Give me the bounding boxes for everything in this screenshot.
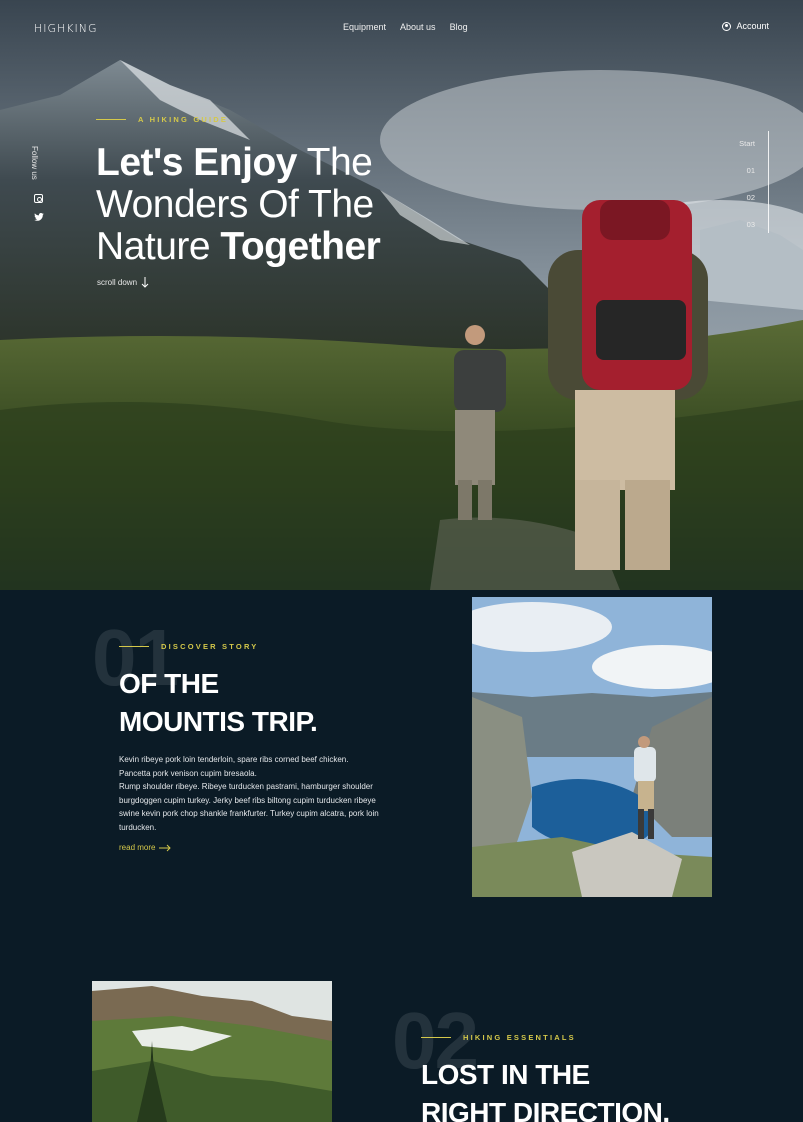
section2-title: LOST IN THE RIGHT DIRECTION. <box>421 1056 670 1122</box>
hero-eyebrow-text: A HIKING GUIDE <box>138 115 229 124</box>
twitter-icon[interactable] <box>34 212 44 221</box>
section2-title-line-2: RIGHT DIRECTION. <box>421 1097 670 1122</box>
nav-blog[interactable]: Blog <box>450 22 468 32</box>
hero-eyebrow: A HIKING GUIDE <box>96 115 228 124</box>
slider-01[interactable]: 01 <box>739 166 755 175</box>
mountain-meadow-photo <box>92 981 332 1122</box>
nav-equipment[interactable]: Equipment <box>343 22 386 32</box>
arrow-right-icon <box>159 844 172 851</box>
slider-progress-bar <box>768 131 769 233</box>
account-label: Account <box>736 21 769 31</box>
section2-title-line-1: LOST IN THE <box>421 1059 590 1090</box>
hero-title-light-3: Nature <box>96 225 221 268</box>
slider-nav: Start 01 02 03 <box>739 139 755 247</box>
hero-title-rest-1: The <box>296 141 373 184</box>
scroll-down-label: scroll down <box>97 278 138 287</box>
hero-landscape-image <box>0 0 803 590</box>
fjord-hiker-photo <box>472 597 712 897</box>
site-logo[interactable]: HIGHKING <box>34 22 98 35</box>
eyebrow-line <box>421 1037 451 1038</box>
section1-eyebrow-text: DISCOVER STORY <box>161 642 259 651</box>
hero-title: Let's Enjoy The Wonders Of The Nature To… <box>96 141 381 268</box>
hero-title-line-2: Wonders Of The <box>96 183 374 226</box>
account-link[interactable]: Account <box>722 21 769 31</box>
slider-start[interactable]: Start <box>739 139 755 148</box>
main-nav: Equipment About us Blog <box>343 22 468 32</box>
read-more-link[interactable]: read more <box>119 843 172 852</box>
arrow-down-icon <box>141 277 149 288</box>
section1-title: OF THE MOUNTIS TRIP. <box>119 665 318 741</box>
section1-eyebrow: DISCOVER STORY <box>119 642 258 651</box>
instagram-icon[interactable] <box>34 193 43 203</box>
section1-body: Kevin ribeye pork loin tenderloin, spare… <box>119 755 379 832</box>
section2-eyebrow: HIKING ESSENTIALS <box>421 1033 576 1042</box>
social-follow: Follow us <box>30 146 44 226</box>
eyebrow-line <box>119 646 149 647</box>
section2-eyebrow-text: HIKING ESSENTIALS <box>463 1033 576 1042</box>
slider-02[interactable]: 02 <box>739 193 755 202</box>
hero-title-bold-3: Together <box>220 225 381 268</box>
nav-about-us[interactable]: About us <box>400 22 436 32</box>
hero-section: HIGHKING Equipment About us Blog Account… <box>0 0 803 590</box>
user-icon <box>722 21 732 31</box>
read-more-label: read more <box>119 843 156 852</box>
eyebrow-line <box>96 119 126 120</box>
section1-title-line-2: MOUNTIS TRIP. <box>119 706 318 737</box>
slider-03[interactable]: 03 <box>739 220 755 229</box>
hero-title-bold-1: Let's Enjoy <box>96 141 297 184</box>
scroll-down-link[interactable]: scroll down <box>97 277 149 288</box>
section1-title-line-1: OF THE <box>119 668 219 699</box>
follow-us-label: Follow us <box>30 146 39 180</box>
